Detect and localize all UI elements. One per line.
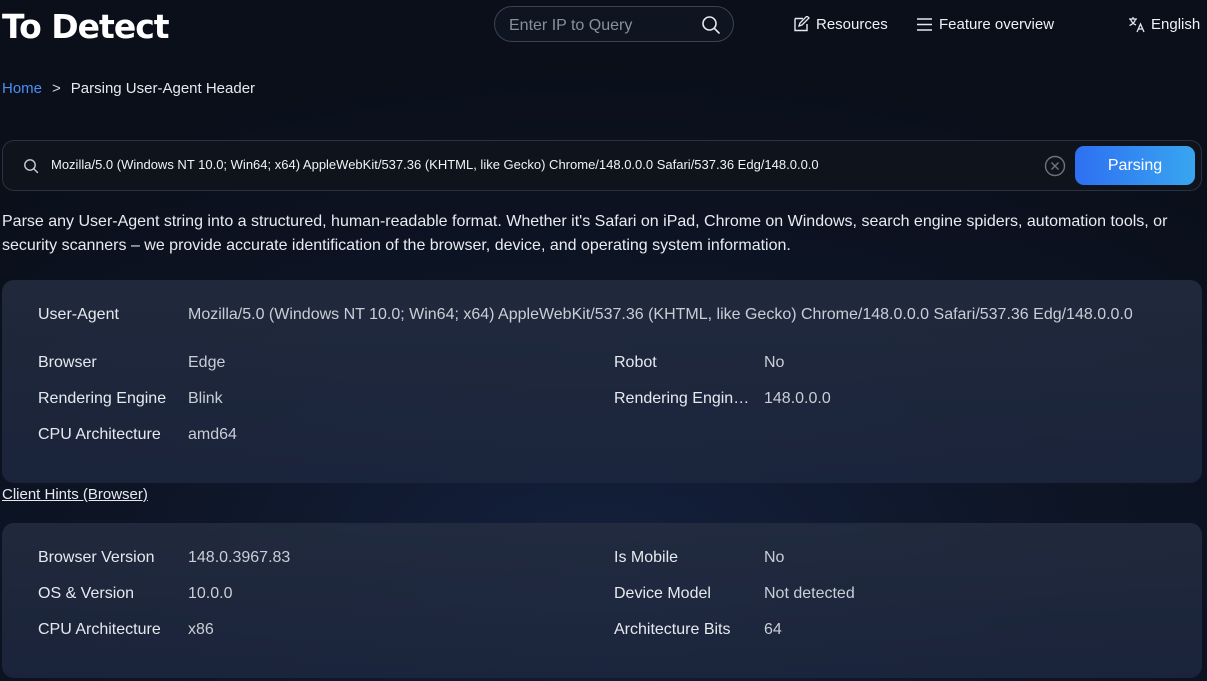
client-hints-card: Browser Version 148.0.3967.83 Is Mobile …	[2, 523, 1202, 678]
device-model-value: Not detected	[764, 585, 855, 602]
os-version-value: 10.0.0	[188, 585, 233, 602]
browser-label: Browser	[38, 354, 97, 371]
nav-feature-overview-label: Feature overview	[939, 15, 1055, 33]
ch-cpu-architecture-value: x86	[188, 621, 214, 638]
search-icon[interactable]	[701, 15, 721, 35]
browser-value: Edge	[188, 354, 226, 371]
os-version-label: OS & Version	[38, 585, 135, 602]
device-model-label: Device Model	[614, 585, 711, 602]
robot-label: Robot	[614, 354, 657, 371]
parse-result-card: User-Agent Mozilla/5.0 (Windows NT 10.0;…	[2, 280, 1202, 483]
description-text: Parse any User-Agent string into a struc…	[2, 213, 1168, 254]
is-mobile-label: Is Mobile	[614, 549, 679, 566]
cpu-architecture-label: CPU Architecture	[38, 426, 161, 443]
breadcrumb-current: Parsing User-Agent Header	[70, 80, 256, 97]
cpu-architecture-value: amd64	[188, 426, 237, 443]
architecture-bits-value: 64	[764, 621, 782, 638]
breadcrumb-separator: >	[52, 80, 61, 97]
user-agent-label: User-Agent	[38, 306, 119, 323]
language-selector[interactable]: English	[1128, 14, 1200, 34]
is-mobile-value: No	[764, 549, 785, 566]
ch-cpu-architecture-label: CPU Architecture	[38, 621, 161, 638]
user-agent-input[interactable]: Mozilla/5.0 (Windows NT 10.0; Win64; x64…	[51, 157, 1031, 177]
user-agent-value: Mozilla/5.0 (Windows NT 10.0; Win64; x64…	[188, 306, 1133, 323]
edit-document-icon	[794, 15, 810, 31]
rendering-engine-value: Blink	[188, 390, 223, 407]
robot-value: No	[764, 354, 785, 371]
user-agent-search-bar: Mozilla/5.0 (Windows NT 10.0; Win64; x64…	[2, 140, 1202, 191]
language-label: English	[1151, 15, 1201, 33]
top-header: To Detect Resources Feature overview Eng…	[0, 0, 1207, 50]
translate-icon	[1129, 16, 1145, 32]
search-icon	[24, 159, 39, 174]
architecture-bits-label: Architecture Bits	[614, 621, 731, 638]
rendering-engine-version-value: 148.0.0.0	[764, 390, 831, 407]
parsing-button[interactable]: Parsing	[1075, 146, 1195, 185]
clear-icon[interactable]	[1044, 155, 1066, 177]
rendering-engine-label: Rendering Engine	[38, 390, 167, 407]
nav-resources[interactable]: Resources	[793, 14, 888, 34]
breadcrumb: Home > Parsing User-Agent Header	[2, 80, 255, 97]
browser-version-value: 148.0.3967.83	[188, 549, 291, 566]
menu-icon	[917, 17, 932, 31]
ip-search-box	[494, 6, 734, 42]
client-hints-link[interactable]: Client Hints (Browser)	[2, 486, 148, 503]
browser-version-label: Browser Version	[38, 549, 155, 566]
breadcrumb-home-link[interactable]: Home	[2, 80, 42, 97]
rendering-engine-version-label: Rendering Engine Version	[614, 390, 756, 407]
nav-feature-overview[interactable]: Feature overview	[916, 14, 1054, 34]
nav-resources-label: Resources	[816, 15, 888, 33]
logo[interactable]: To Detect	[2, 7, 170, 47]
ip-search-input[interactable]	[507, 14, 701, 38]
